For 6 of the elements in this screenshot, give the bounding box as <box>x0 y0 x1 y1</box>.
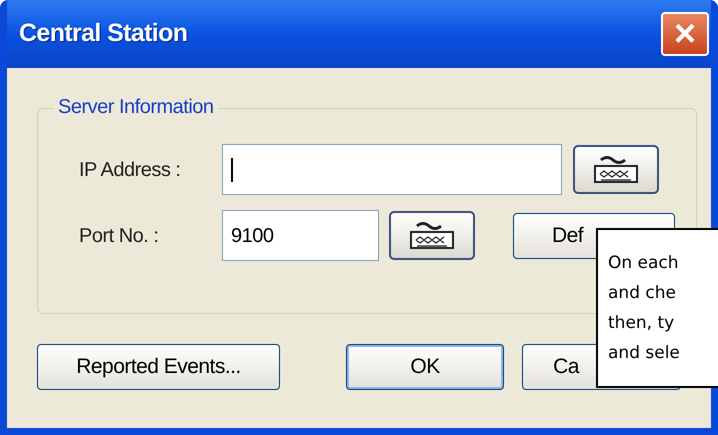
field-label: IP Address : <box>79 158 182 182</box>
note-text-line: and sele <box>608 342 681 365</box>
window-title: Central Station <box>19 18 188 50</box>
note-text-line: and che <box>608 282 677 305</box>
field-label: Port No. : <box>79 224 160 248</box>
note-text-line: then, ty <box>608 312 676 335</box>
